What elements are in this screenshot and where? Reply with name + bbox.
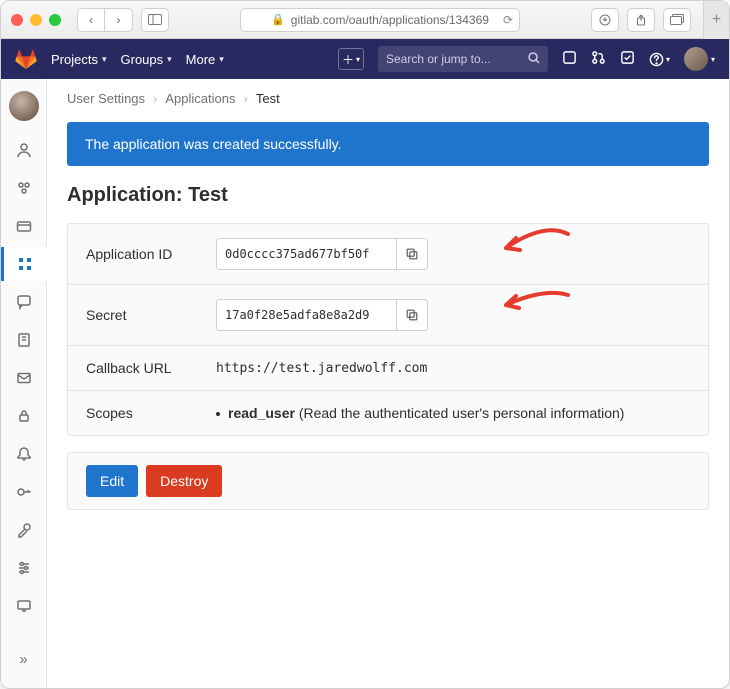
breadcrumb-current: Test: [256, 91, 280, 106]
help-icon[interactable]: ▾: [649, 52, 670, 67]
copy-secret-button[interactable]: [396, 299, 428, 331]
breadcrumb-sep: ›: [153, 91, 157, 106]
sidebar-item-ssh-keys[interactable]: [1, 475, 47, 509]
bullet-icon: [216, 412, 220, 416]
sidebar-item-access-tokens[interactable]: [1, 323, 47, 357]
scopes-label: Scopes: [86, 405, 216, 421]
new-dropdown-button[interactable]: ＋ ▾: [338, 48, 364, 70]
page-title: Application: Test: [67, 184, 709, 207]
settings-sidebar: »: [1, 79, 47, 688]
sidebar-item-billing[interactable]: [1, 209, 47, 243]
gitlab-logo-icon[interactable]: [15, 49, 37, 69]
search-placeholder: Search or jump to...: [386, 52, 491, 66]
reload-icon[interactable]: ⟳: [503, 13, 513, 27]
search-icon: [528, 52, 540, 67]
row-application-id: Application ID: [68, 224, 708, 285]
url-text: gitlab.com/oauth/applications/134369: [291, 13, 489, 27]
nav-back-forward: ‹ ›: [77, 8, 133, 32]
row-scopes: Scopes read_user (Read the authenticated…: [68, 391, 708, 435]
share-button[interactable]: [627, 8, 655, 32]
plus-icon: ＋: [342, 51, 354, 68]
chevron-down-icon: ▾: [102, 54, 107, 65]
chevron-down-icon: ▾: [666, 55, 670, 64]
merge-requests-icon[interactable]: [591, 50, 606, 68]
sidebar-toggle-button[interactable]: [141, 8, 169, 32]
sidebar-item-notifications[interactable]: [1, 437, 47, 471]
app-id-label: Application ID: [86, 246, 216, 262]
sidebar-item-emails[interactable]: [1, 361, 47, 395]
breadcrumb-section[interactable]: Applications: [165, 91, 235, 106]
callback-label: Callback URL: [86, 360, 216, 376]
alert-message: The application was created successfully…: [85, 136, 342, 152]
gitlab-navbar: Projects ▾ Groups ▾ More ▾ ＋ ▾ Search or…: [1, 39, 729, 79]
address-bar[interactable]: 🔒 gitlab.com/oauth/applications/134369 ⟳: [240, 8, 520, 32]
secret-label: Secret: [86, 307, 216, 323]
chevron-down-icon: ▾: [219, 54, 224, 65]
sidebar-item-password[interactable]: [1, 399, 47, 433]
sidebar-item-chat[interactable]: [1, 285, 47, 319]
tabs-button[interactable]: [663, 8, 691, 32]
minimize-window-button[interactable]: [30, 14, 42, 26]
app-id-input[interactable]: [216, 238, 396, 270]
breadcrumb-sep: ›: [244, 91, 248, 106]
global-search-input[interactable]: Search or jump to...: [378, 46, 548, 72]
nav-groups[interactable]: Groups ▾: [121, 52, 172, 67]
secret-input[interactable]: [216, 299, 396, 331]
close-window-button[interactable]: [11, 14, 23, 26]
nav-more-label: More: [186, 52, 216, 67]
annotation-arrow: [498, 226, 578, 269]
sidebar-item-account[interactable]: [1, 171, 47, 205]
nav-projects-label: Projects: [51, 52, 98, 67]
downloads-button[interactable]: [591, 8, 619, 32]
chevron-down-icon: ▾: [711, 55, 715, 64]
breadcrumb-root[interactable]: User Settings: [67, 91, 145, 106]
sidebar-avatar[interactable]: [9, 91, 39, 121]
nav-projects[interactable]: Projects ▾: [51, 52, 107, 67]
sidebar-collapse-button[interactable]: »: [1, 642, 47, 676]
action-bar: Edit Destroy: [67, 452, 709, 510]
issues-icon[interactable]: [562, 50, 577, 68]
annotation-arrow: [498, 289, 578, 328]
edit-button[interactable]: Edit: [86, 465, 138, 497]
browser-window: ‹ › 🔒 gitlab.com/oauth/applications/1343…: [0, 0, 730, 689]
success-alert: The application was created successfully…: [67, 122, 709, 166]
scope-entry: read_user (Read the authenticated user's…: [216, 405, 624, 421]
back-button[interactable]: ‹: [77, 8, 105, 32]
scope-desc: (Read the authenticated user's personal …: [295, 405, 625, 421]
nav-more[interactable]: More ▾: [186, 52, 224, 67]
window-controls: [11, 14, 61, 26]
nav-groups-label: Groups: [121, 52, 164, 67]
destroy-button[interactable]: Destroy: [146, 465, 222, 497]
copy-app-id-button[interactable]: [396, 238, 428, 270]
breadcrumb: User Settings › Applications › Test: [47, 79, 729, 118]
maximize-window-button[interactable]: [49, 14, 61, 26]
chevron-down-icon: ▾: [167, 54, 172, 65]
titlebar: ‹ › 🔒 gitlab.com/oauth/applications/1343…: [1, 1, 729, 39]
avatar: [684, 47, 708, 71]
todos-icon[interactable]: [620, 50, 635, 68]
application-details-panel: Application ID Secret: [67, 223, 709, 436]
forward-button[interactable]: ›: [105, 8, 133, 32]
sidebar-item-active-sessions[interactable]: [1, 589, 47, 623]
chevron-down-icon: ▾: [356, 55, 360, 64]
row-secret: Secret: [68, 285, 708, 346]
row-callback: Callback URL https://test.jaredwolff.com: [68, 346, 708, 391]
lock-icon: 🔒: [271, 13, 285, 26]
user-menu[interactable]: ▾: [684, 47, 715, 71]
main-content: User Settings › Applications › Test The …: [47, 79, 729, 688]
sidebar-item-preferences[interactable]: [1, 551, 47, 585]
sidebar-item-profile[interactable]: [1, 133, 47, 167]
new-tab-button[interactable]: +: [703, 1, 729, 39]
sidebar-item-applications[interactable]: [1, 247, 47, 281]
sidebar-item-gpg-keys[interactable]: [1, 513, 47, 547]
scope-name: read_user: [228, 405, 295, 421]
callback-value: https://test.jaredwolff.com: [216, 361, 427, 376]
